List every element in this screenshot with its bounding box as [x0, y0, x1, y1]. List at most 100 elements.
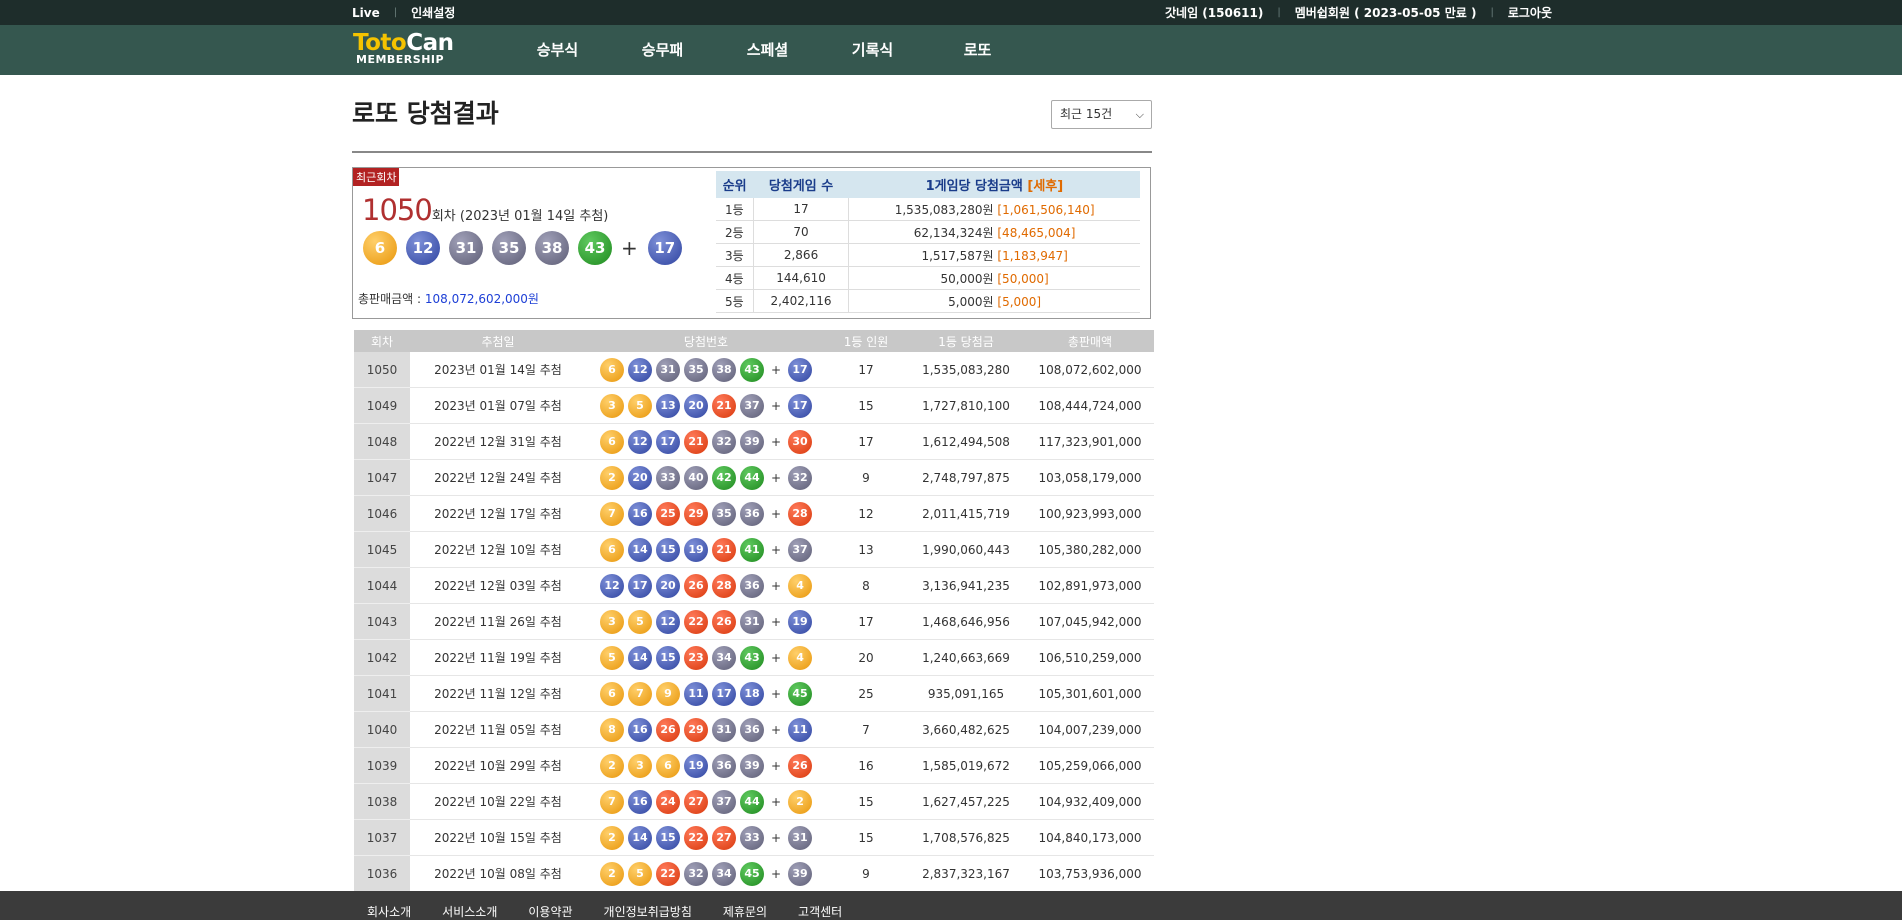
lotto-ball: 7 — [627, 681, 652, 706]
results-table: 회차 추첨일 당첨번호 1등 인원 1등 당첨금 총판매액 1050 2023년 … — [354, 330, 1154, 892]
table-row: 1050 2023년 01월 14일 추첨 6 12 31 35 38 43 +17 17 1,53… — [354, 352, 1154, 388]
footer-link-privacy[interactable]: 개인정보취급방침 — [604, 903, 692, 920]
prize-amount: 62,134,324원 [48,465,004] — [848, 220, 1140, 244]
prize-cell: 935,091,165 — [906, 675, 1026, 712]
divider: | — [1490, 7, 1494, 18]
lotto-ball: 34 — [711, 861, 736, 886]
prize-winners: 144,610 — [753, 266, 850, 290]
lotto-ball: 18 — [739, 681, 764, 706]
numbers-cell: 2 20 33 40 42 44 +32 — [586, 459, 826, 496]
round-cell: 1041 — [354, 675, 410, 712]
date-cell: 2022년 10월 08일 추첨 — [410, 855, 586, 892]
bonus-ball: 26 — [788, 753, 813, 778]
lotto-ball: 22 — [683, 609, 708, 634]
footer-link-terms[interactable]: 이용약관 — [528, 903, 572, 920]
table-row: 1040 2022년 11월 05일 추첨 8 16 26 29 31 36 +11 7 3,660… — [354, 711, 1154, 748]
lotto-ball: 14 — [627, 825, 652, 850]
numbers-cell: 6 7 9 11 17 18 +45 — [586, 675, 826, 712]
footer: 회사소개 서비스소개 이용약관 개인정보취급방침 제휴문의 고객센터 — [0, 891, 1902, 920]
round-cell: 1038 — [354, 783, 410, 820]
prize-cell: 1,612,494,508 — [906, 423, 1026, 460]
round-cell: 1037 — [354, 819, 410, 856]
prize-winners: 70 — [753, 220, 850, 244]
sales-cell: 105,259,066,000 — [1026, 747, 1154, 784]
nav-item-record[interactable]: 기록식 — [820, 25, 925, 75]
date-cell: 2022년 12월 31일 추첨 — [410, 423, 586, 460]
lotto-ball: 2 — [599, 465, 624, 490]
live-link[interactable]: Live — [352, 6, 380, 20]
round-cell: 1040 — [354, 711, 410, 748]
lotto-ball: 2 — [599, 753, 624, 778]
numbers-cell: 6 12 17 21 32 39 +30 — [586, 423, 826, 460]
lotto-ball: 7 — [599, 501, 624, 526]
lotto-ball: 17 — [655, 429, 680, 454]
membership-status[interactable]: 멤버쉽회원 ( 2023-05-05 만료 ) — [1295, 4, 1477, 21]
lotto-ball: 36 — [739, 573, 764, 598]
prize-rank: 1등 — [716, 198, 754, 221]
nav-item-special[interactable]: 스페셜 — [715, 25, 820, 75]
lotto-ball: 36 — [739, 501, 764, 526]
winners-cell: 17 — [826, 352, 906, 388]
prize-cell: 2,748,797,875 — [906, 459, 1026, 496]
footer-link-support[interactable]: 고객센터 — [798, 903, 842, 920]
round-cell: 1039 — [354, 747, 410, 784]
numbers-cell: 8 16 26 29 31 36 +11 — [586, 711, 826, 748]
nav-item-lotto[interactable]: 로또 — [925, 25, 1030, 75]
footer-link-service[interactable]: 서비스소개 — [442, 903, 497, 920]
prize-rank: 3등 — [716, 243, 754, 267]
lotto-ball: 5 — [627, 609, 652, 634]
lotto-ball: 29 — [683, 717, 708, 742]
numbers-cell: 3 5 13 20 21 37 +17 — [586, 387, 826, 424]
winners-cell: 9 — [826, 459, 906, 496]
prize-amount-value: 5,000원 — [948, 294, 994, 309]
date-cell: 2023년 01월 14일 추첨 — [410, 352, 586, 388]
prize-row: 1등 17 1,535,083,280원 [1,061,506,140] — [716, 198, 1140, 221]
lotto-ball: 5 — [599, 645, 624, 670]
table-row: 1047 2022년 12월 24일 추첨 2 20 33 40 42 44 +32 9 2,748… — [354, 459, 1154, 496]
round-cell: 1046 — [354, 495, 410, 532]
plus-sign: + — [770, 650, 782, 665]
winners-cell: 15 — [826, 783, 906, 820]
sales-cell: 108,444,724,000 — [1026, 387, 1154, 424]
bonus-ball: 45 — [788, 681, 813, 706]
round-cell: 1047 — [354, 459, 410, 496]
lotto-ball: 2 — [599, 825, 624, 850]
lotto-ball: 20 — [627, 465, 652, 490]
lotto-ball: 31 — [449, 231, 483, 265]
numbers-cell: 2 3 6 19 36 39 +26 — [586, 747, 826, 784]
nav-item-win-lose[interactable]: 승부식 — [505, 25, 610, 75]
sales-cell: 108,072,602,000 — [1026, 352, 1154, 388]
nav-item-win-draw-lose[interactable]: 승무패 — [610, 25, 715, 75]
prize-winners: 2,866 — [753, 243, 850, 267]
site-logo[interactable]: TotoCan MEMBERSHIP — [353, 32, 454, 66]
round-cell: 1042 — [354, 639, 410, 676]
bonus-ball: 31 — [788, 825, 813, 850]
prize-cell: 2,837,323,167 — [906, 855, 1026, 892]
latest-round-number: 1050 — [362, 193, 433, 227]
footer-link-partnership[interactable]: 제휴문의 — [723, 903, 767, 920]
date-cell: 2023년 01월 07일 추첨 — [410, 387, 586, 424]
bonus-ball: 37 — [788, 537, 813, 562]
results-header-numbers: 당첨번호 — [586, 330, 826, 352]
bonus-ball: 17 — [788, 357, 813, 382]
lotto-ball: 6 — [363, 231, 397, 265]
prize-amount-value: 62,134,324원 — [913, 225, 994, 240]
lotto-ball: 29 — [683, 501, 708, 526]
print-settings-link[interactable]: 인쇄설정 — [411, 4, 455, 21]
prize-aftertax-value: [1,061,506,140] — [997, 202, 1095, 217]
user-nickname[interactable]: 갓네임 (150611) — [1165, 4, 1263, 21]
sales-cell: 100,923,993,000 — [1026, 495, 1154, 532]
count-select[interactable]: 최근 15건 ⌵ — [1051, 100, 1152, 129]
logout-link[interactable]: 로그아웃 — [1508, 4, 1552, 21]
footer-link-company[interactable]: 회사소개 — [367, 903, 411, 920]
lotto-ball: 21 — [683, 429, 708, 454]
winners-cell: 25 — [826, 675, 906, 712]
lotto-ball: 26 — [683, 573, 708, 598]
lotto-ball: 37 — [711, 789, 736, 814]
sales-cell: 104,840,173,000 — [1026, 819, 1154, 856]
prize-row: 2등 70 62,134,324원 [48,465,004] — [716, 220, 1140, 244]
lotto-ball: 5 — [627, 861, 652, 886]
lotto-ball: 20 — [683, 393, 708, 418]
bonus-ball: 17 — [647, 231, 682, 265]
lotto-ball: 22 — [683, 825, 708, 850]
